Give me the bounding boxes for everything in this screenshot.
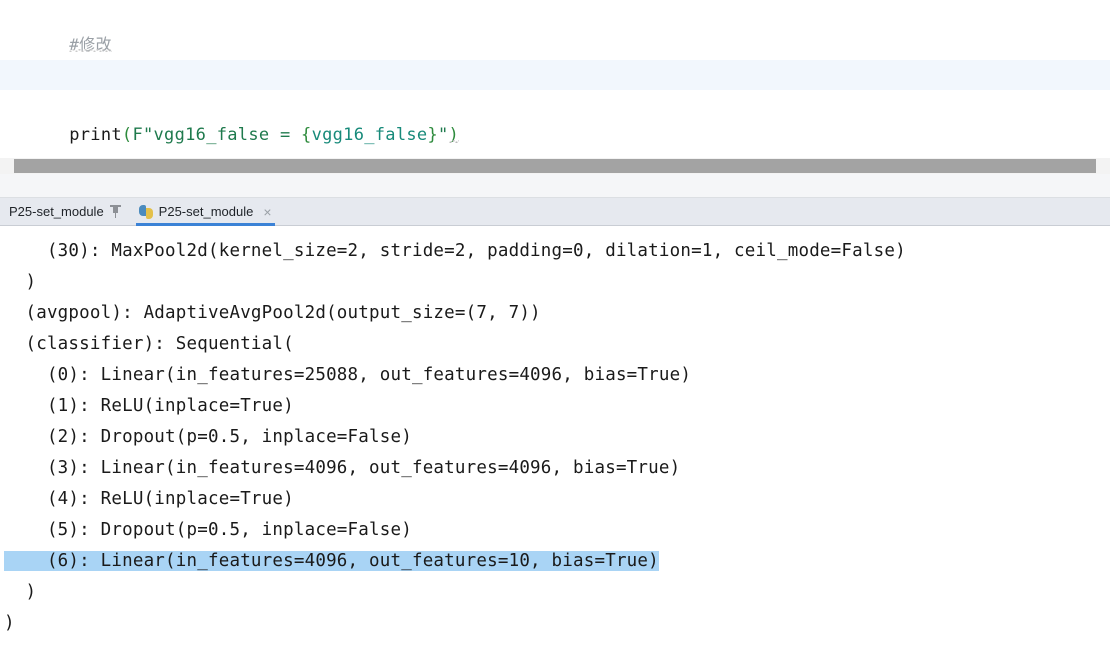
console-line[interactable]: (5): Dropout(p=0.5, inplace=False) [0, 515, 1110, 546]
pin-icon[interactable] [110, 205, 121, 218]
console-line-text: ) [4, 582, 36, 602]
editor-line-blank-current[interactable] [0, 60, 1110, 90]
editor-line-assignment[interactable]: vgg16_false.classifier[6]= nn.Linear(in_… [0, 30, 1110, 60]
console-line[interactable]: (6): Linear(in_features=4096, out_featur… [0, 546, 1110, 577]
console-line[interactable]: (30): MaxPool2d(kernel_size=2, stride=2,… [0, 236, 1110, 267]
pane-separator [0, 174, 1110, 198]
code-editor-pane[interactable]: #修改 vgg16_false.classifier[6]= nn.Linear… [0, 0, 1110, 158]
console-line-text: (avgpool): AdaptiveAvgPool2d(output_size… [4, 303, 541, 323]
console-line[interactable]: ) [0, 267, 1110, 298]
console-line-text: (3): Linear(in_features=4096, out_featur… [4, 458, 680, 478]
console-tab-bar[interactable]: P25-set_module P25-set_module × [0, 198, 1110, 226]
console-line-text: (classifier): Sequential( [4, 334, 294, 354]
console-line[interactable]: (classifier): Sequential( [0, 329, 1110, 360]
code-token: " [438, 125, 449, 145]
tab-python-console[interactable]: P25-set_module × [130, 198, 281, 226]
close-icon[interactable]: × [263, 205, 271, 219]
console-line-text: (0): Linear(in_features=25088, out_featu… [4, 365, 691, 385]
python-icon [139, 205, 153, 219]
console-line-text: (30): MaxPool2d(kernel_size=2, stride=2,… [4, 241, 906, 261]
tab-label-run-configuration: P25-set_module [9, 204, 104, 219]
console-line-text: (2): Dropout(p=0.5, inplace=False) [4, 427, 412, 447]
console-line-text: ) [4, 272, 36, 292]
code-token: { [301, 125, 312, 145]
code-token: print [69, 125, 122, 145]
console-line-text: ) [4, 613, 15, 633]
console-line[interactable]: (3): Linear(in_features=4096, out_featur… [0, 453, 1110, 484]
console-line-text: (5): Dropout(p=0.5, inplace=False) [4, 520, 412, 540]
tab-run-configuration[interactable]: P25-set_module [0, 198, 130, 226]
editor-line-comment[interactable]: #修改 [0, 0, 1110, 30]
console-line[interactable]: (avgpool): AdaptiveAvgPool2d(output_size… [0, 298, 1110, 329]
console-line[interactable]: (2): Dropout(p=0.5, inplace=False) [0, 422, 1110, 453]
console-line[interactable]: ) [0, 608, 1110, 639]
editor-horizontal-scrollbar-thumb[interactable] [14, 159, 1096, 173]
print-statement: print(F"vgg16_false = {vgg16_false}") [69, 125, 459, 145]
console-line[interactable]: (29): ReLU(inplace=True) [0, 226, 1110, 236]
console-line[interactable]: (4): ReLU(inplace=True) [0, 484, 1110, 515]
ide-window: #修改 vgg16_false.classifier[6]= nn.Linear… [0, 0, 1110, 658]
code-token: F"vgg16_false = [132, 125, 301, 145]
console-line-text: (4): ReLU(inplace=True) [4, 489, 294, 509]
tab-label-python-console: P25-set_module [159, 204, 254, 219]
console-line[interactable]: (0): Linear(in_features=25088, out_featu… [0, 360, 1110, 391]
code-token: ( [122, 125, 133, 145]
editor-line-print[interactable]: print(F"vgg16_false = {vgg16_false}") [0, 90, 1110, 120]
code-token: vgg16_false [312, 125, 428, 145]
console-line[interactable]: ) [0, 577, 1110, 608]
run-output-console[interactable]: (29): ReLU(inplace=True) (30): MaxPool2d… [0, 226, 1110, 658]
code-token: } [427, 125, 438, 145]
console-line-selected-text: (6): Linear(in_features=4096, out_featur… [4, 551, 659, 571]
console-line-text: (1): ReLU(inplace=True) [4, 396, 294, 416]
console-line[interactable]: (1): ReLU(inplace=True) [0, 391, 1110, 422]
code-token: ) [449, 125, 460, 145]
